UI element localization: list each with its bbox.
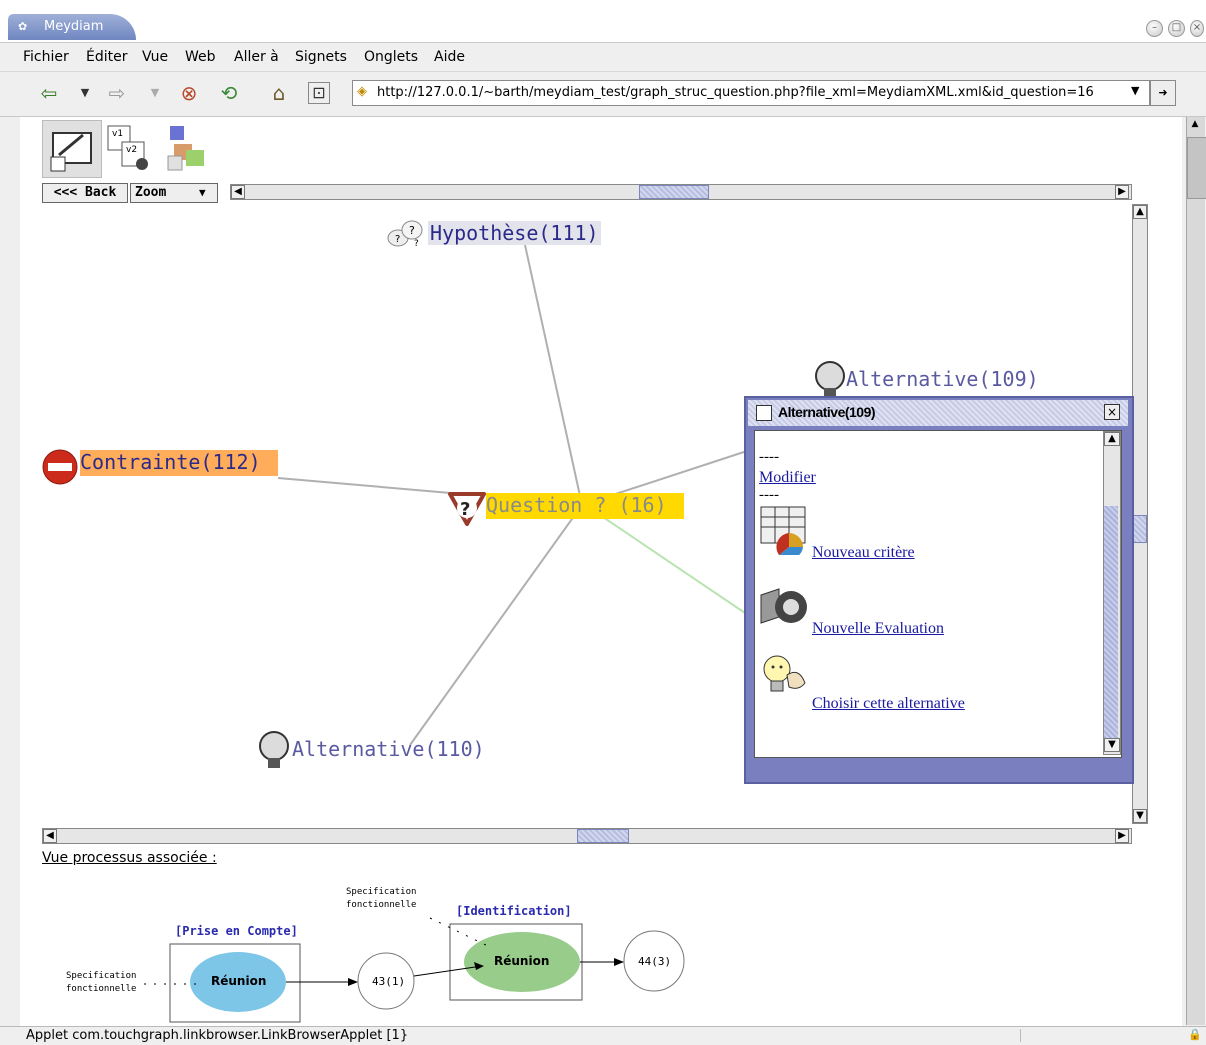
ident-label: [Identification]	[456, 904, 572, 918]
security-icon: 🔒	[1188, 1028, 1202, 1041]
node44-label[interactable]: 44(3)	[638, 955, 671, 968]
node43-label[interactable]: 43(1)	[372, 975, 405, 988]
status-panel	[1020, 1029, 1181, 1042]
spec-label-1: Specification fonctionnelle	[66, 971, 137, 994]
prise-label: [Prise en Compte]	[175, 924, 298, 938]
process-diagram	[144, 917, 685, 1023]
reunion1-label[interactable]: Réunion	[211, 974, 266, 988]
status-bar: Applet com.touchgraph.linkbrowser.LinkBr…	[0, 1026, 1206, 1045]
reunion2-label[interactable]: Réunion	[494, 954, 549, 968]
spec-label-2: Specification fonctionnelle	[346, 887, 417, 910]
status-text: Applet com.touchgraph.linkbrowser.LinkBr…	[26, 1028, 409, 1043]
